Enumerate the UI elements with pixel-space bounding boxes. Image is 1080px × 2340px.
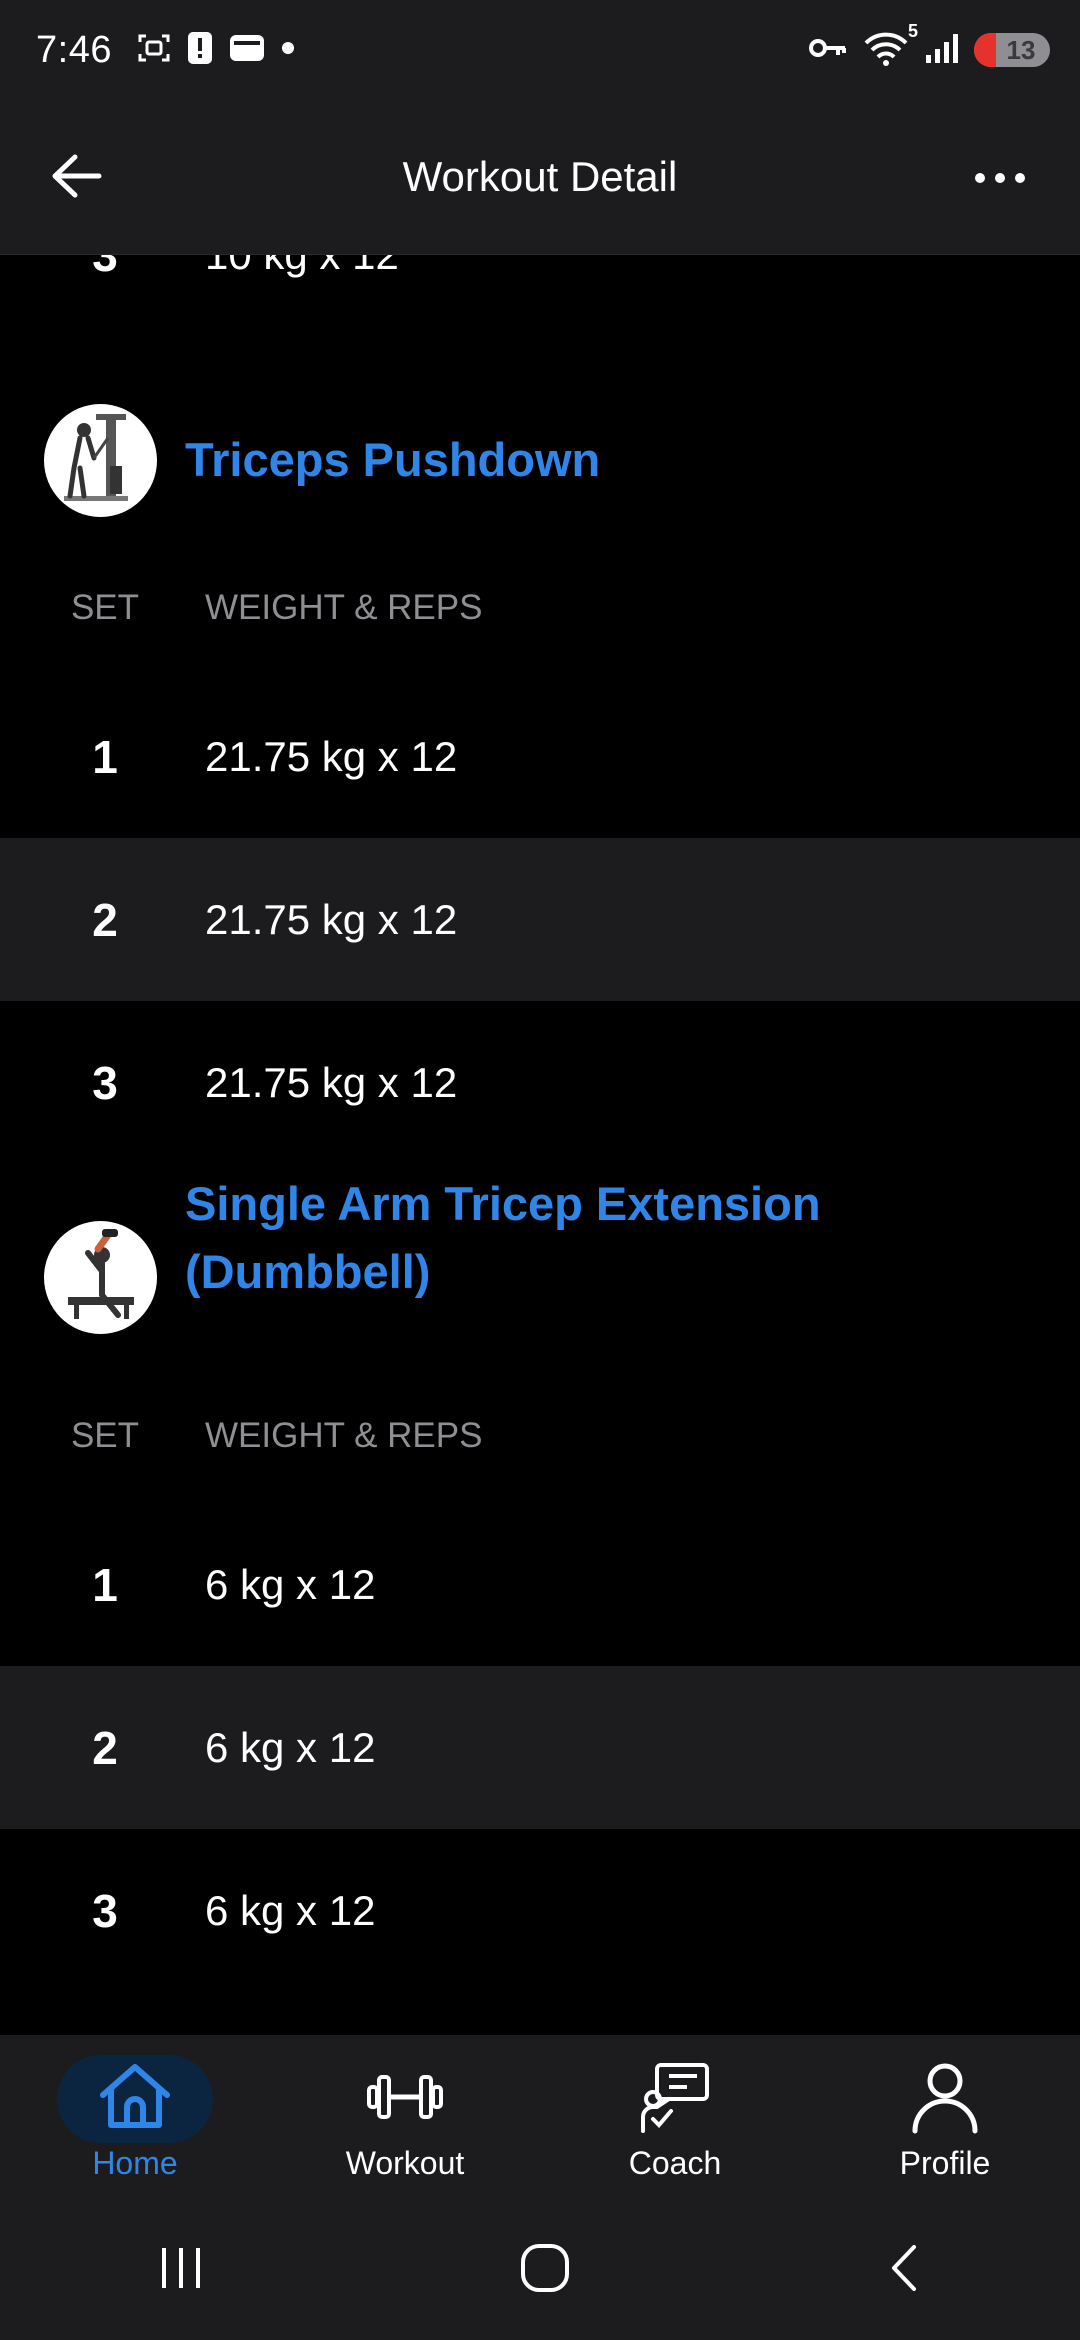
set-weight-reps: 21.75 kg x 12 (205, 1058, 458, 1106)
column-set-label: SET (70, 1416, 140, 1455)
set-number: 1 (92, 730, 118, 783)
signal-icon (924, 31, 960, 70)
back-arrow-icon (49, 151, 105, 206)
set-number: 3 (92, 1884, 118, 1937)
profile-icon (909, 2059, 981, 2140)
set-row: 2 6 kg x 12 (0, 1666, 1080, 1829)
set-row: 3 10 kg x 12 (0, 255, 1080, 336)
set-weight-reps: 6 kg x 12 (205, 1723, 376, 1771)
home-icon (95, 2061, 175, 2138)
exercise-name[interactable]: Single Arm Tricep Extension (Dumbbell) (185, 1170, 1005, 1306)
set-weight-reps: 6 kg x 12 (205, 1886, 376, 1934)
bottom-navigation: Home Workout Coach Profile (0, 2035, 1080, 2200)
set-row: 3 21.75 kg x 12 (0, 1001, 1080, 1164)
nav-workout[interactable]: Workout (270, 2035, 540, 2200)
set-number: 3 (0, 255, 210, 282)
back-button[interactable] (44, 148, 110, 208)
exercise-thumbnail[interactable] (44, 1221, 157, 1334)
workout-detail-content[interactable]: 3 10 kg x 12 Triceps Pushdown SET WEIGHT… (0, 255, 1080, 2035)
column-weight-reps-label: WEIGHT & REPS (205, 1416, 483, 1455)
table-header: SET WEIGHT & REPS (0, 568, 1080, 648)
nav-label-coach: Coach (628, 2145, 722, 2181)
exercise-name[interactable]: Triceps Pushdown (185, 426, 1005, 494)
nav-label-profile: Profile (899, 2145, 991, 2181)
nav-label-home: Home (92, 2145, 178, 2181)
set-row: 1 21.75 kg x 12 (0, 675, 1080, 838)
back-chevron-icon[interactable] (884, 2241, 924, 2300)
battery-icon: 13 (974, 33, 1050, 67)
dumbbell-icon (365, 2067, 445, 2132)
set-row: 3 6 kg x 12 (0, 1829, 1080, 1992)
set-weight-reps: 21.75 kg x 12 (205, 895, 458, 943)
more-options-button[interactable] (960, 158, 1040, 198)
set-weight-reps: 6 kg x 12 (205, 1560, 376, 1608)
set-number: 2 (92, 1721, 118, 1774)
vpn-key-icon (808, 36, 848, 65)
set-number: 1 (92, 1558, 118, 1611)
set-row: 1 6 kg x 12 (0, 1503, 1080, 1666)
nav-coach[interactable]: Coach (540, 2035, 810, 2200)
screenshot-icon (136, 30, 172, 71)
wallet-icon (228, 31, 266, 70)
nav-label-workout: Workout (345, 2145, 465, 2181)
alert-icon (186, 30, 214, 71)
set-number: 2 (92, 893, 118, 946)
page-title: Workout Detail (402, 153, 678, 200)
nav-profile[interactable]: Profile (810, 2035, 1080, 2200)
app-header: Workout Detail (0, 100, 1080, 255)
nav-home[interactable]: Home (0, 2035, 270, 2200)
set-row: 2 21.75 kg x 12 (0, 838, 1080, 1001)
set-weight-reps: 21.75 kg x 12 (205, 732, 458, 780)
exercise-thumbnail[interactable] (44, 404, 157, 517)
home-circle-icon[interactable] (518, 2241, 572, 2300)
status-time: 7:46 (36, 28, 112, 71)
column-weight-reps-label: WEIGHT & REPS (205, 588, 483, 627)
battery-level: 13 (1006, 34, 1036, 65)
table-header: SET WEIGHT & REPS (0, 1396, 1080, 1476)
recents-icon[interactable] (156, 2244, 206, 2297)
set-weight-reps: 10 kg x 12 (205, 255, 399, 279)
wifi-icon: 5 (862, 21, 918, 72)
wifi-badge: 5 (907, 20, 918, 41)
system-navigation-bar (0, 2200, 1080, 2340)
coach-icon (635, 2059, 715, 2140)
more-dots-icon (975, 173, 985, 183)
status-bar: 7:46 5 13 (0, 0, 1080, 100)
dot-icon (280, 40, 296, 61)
column-set-label: SET (70, 588, 140, 627)
set-number: 3 (92, 1056, 118, 1109)
